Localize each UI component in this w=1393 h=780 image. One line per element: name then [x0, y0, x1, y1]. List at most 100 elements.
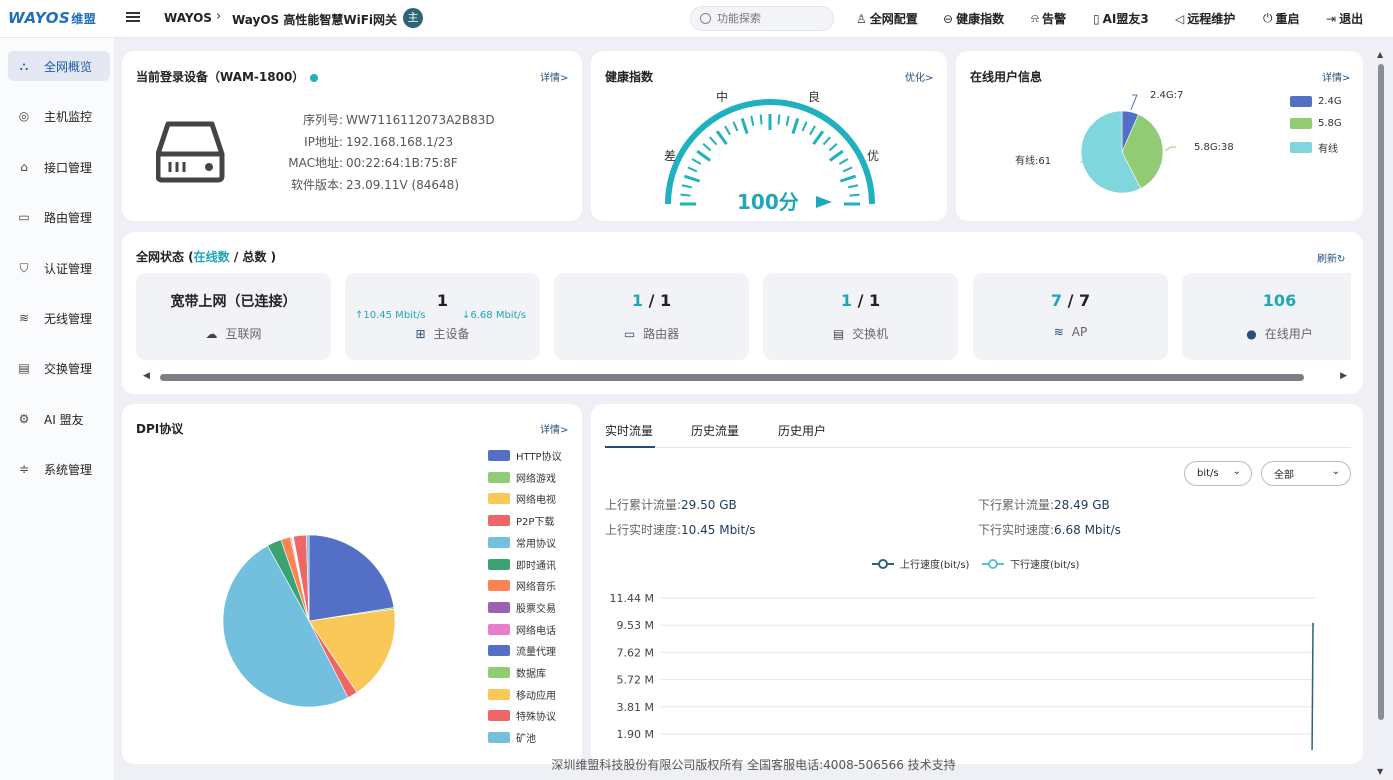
- nav-label: 全网配置: [869, 12, 918, 26]
- chevron-down-icon: ⌄: [1232, 466, 1241, 477]
- sidebar-item-host-monitor[interactable]: ◎ 主机监控: [8, 101, 110, 131]
- dpi-legend-item[interactable]: 矿池: [488, 730, 536, 745]
- gauge-tick: [849, 193, 860, 197]
- online-dot: [310, 73, 319, 82]
- unit-select[interactable]: bit/s ⌄: [1184, 461, 1252, 486]
- health-gauge: 差 中 良 优 100分: [664, 89, 879, 214]
- status-box-online-users[interactable]: 106 ● 在线用户: [1182, 273, 1351, 360]
- router-icon: ▭: [18, 210, 30, 224]
- page-scrollbar[interactable]: ▲ ▼: [1376, 50, 1386, 776]
- gauge-tick: [801, 121, 808, 132]
- logo-cn: 维盟: [71, 12, 97, 26]
- sidebar-item-label: 交换管理: [44, 361, 93, 376]
- sidebar-item-switch[interactable]: ▤ 交换管理: [8, 353, 110, 383]
- search-input[interactable]: [717, 12, 817, 25]
- search-box[interactable]: [690, 6, 834, 31]
- status-box-switch[interactable]: 1 / 1 ▤ 交换机: [763, 273, 958, 360]
- dpi-legend-item[interactable]: HTTP协议: [488, 448, 562, 463]
- status-label: 路由器: [643, 327, 680, 341]
- dpi-legend-item[interactable]: 即时通讯: [488, 557, 556, 572]
- sidebar-item-wireless[interactable]: ≋ 无线管理: [8, 303, 110, 333]
- tab-history-traffic[interactable]: 历史流量: [691, 422, 739, 439]
- sidebar-item-auth[interactable]: ⛉ 认证管理: [8, 253, 110, 283]
- status-box-router[interactable]: 1 / 1 ▭ 路由器: [554, 273, 749, 360]
- nav-network-config[interactable]: ♙ 全网配置: [856, 10, 918, 27]
- flow-value: 29.50 GB: [681, 498, 737, 512]
- legend-item-wired[interactable]: 有线: [1290, 140, 1338, 155]
- chart-legend-marker: [878, 559, 888, 569]
- dpi-legend-item[interactable]: 流量代理: [488, 643, 556, 658]
- legend-label: P2P下载: [516, 517, 555, 529]
- dpi-legend-item[interactable]: 股票交易: [488, 600, 556, 615]
- tab-history-users[interactable]: 历史用户: [778, 422, 826, 439]
- flow-label: 下行实时速度:: [978, 523, 1055, 537]
- refresh-icon: ↻: [1337, 254, 1346, 265]
- nav-remote-maintenance[interactable]: ◁ 远程维护: [1175, 10, 1235, 27]
- dpi-legend-item[interactable]: 网络音乐: [488, 578, 556, 593]
- hard-drive-icon: [156, 121, 225, 183]
- dpi-legend-item[interactable]: 网络电话: [488, 622, 556, 637]
- scroll-left-icon[interactable]: ◀: [143, 371, 150, 381]
- dpi-legend-item[interactable]: 常用协议: [488, 535, 556, 550]
- legend-item-24g[interactable]: 2.4G: [1290, 96, 1342, 107]
- legend-item-58g[interactable]: 5.8G: [1290, 118, 1342, 129]
- scroll-right-icon[interactable]: ▶: [1340, 371, 1347, 381]
- health-icon: ⊖: [943, 11, 954, 26]
- health-optimize-link[interactable]: 优化>: [905, 69, 933, 84]
- online-count: 1: [631, 291, 643, 310]
- dpi-details-link[interactable]: 详情>: [540, 421, 568, 436]
- menu-toggle-icon[interactable]: [126, 10, 140, 26]
- device-details-link[interactable]: 详情>: [540, 69, 568, 84]
- dpi-legend-item[interactable]: 移动应用: [488, 687, 556, 702]
- gauge-label-good: 良: [808, 89, 820, 104]
- status-box-master[interactable]: 1 ↑10.45 Mbit/s ↓6.68 Mbit/s ⊞ 主设备: [345, 273, 540, 360]
- sidebar-item-interface[interactable]: ⌂ 接口管理: [8, 152, 110, 182]
- sidebar-item-system[interactable]: ≑ 系统管理: [8, 454, 110, 484]
- online-users-details-link[interactable]: 详情>: [1322, 69, 1350, 84]
- legend-swatch: [488, 688, 510, 700]
- legend-swatch: [488, 601, 510, 613]
- sidebar-item-overview[interactable]: ⛬ 全网概览: [8, 51, 110, 81]
- scope-select[interactable]: 全部 ⌄: [1261, 461, 1351, 486]
- dpi-legend-item[interactable]: 特殊协议: [488, 708, 556, 723]
- scroll-up-icon[interactable]: ▲: [1377, 50, 1383, 59]
- dpi-legend-item[interactable]: 数据库: [488, 665, 546, 680]
- dpi-legend-item[interactable]: P2P下载: [488, 513, 554, 528]
- shield-icon: ⛉: [19, 260, 29, 275]
- refresh-button[interactable]: 刷新↻: [1317, 250, 1345, 265]
- info-value: WW7116112073A2B83D: [346, 113, 495, 127]
- gauge-tick: [687, 166, 698, 173]
- sidebar-item-ai[interactable]: ⚙ AI 盟友: [8, 404, 110, 434]
- logo[interactable]: WAYOS维盟: [8, 9, 96, 27]
- breadcrumb-current: WayOS 高性能智慧WiFi网关: [232, 13, 398, 27]
- tab-realtime-traffic[interactable]: 实时流量: [605, 422, 653, 439]
- nav-health-index[interactable]: ⊖ 健康指数: [943, 10, 1004, 27]
- scroll-thumb[interactable]: [160, 374, 1304, 381]
- nav-reboot[interactable]: ⏻ 重启: [1263, 10, 1300, 27]
- online-users-pie-chart: 2.4G:7 5.8G:38 有线:61: [1015, 90, 1234, 194]
- legend-swatch: [488, 450, 510, 461]
- legend-label: 网络电视: [516, 495, 556, 507]
- status-scrollbar[interactable]: ◀ ▶: [140, 371, 1350, 383]
- status-box-internet[interactable]: 宽带上网（已连接） ☁ 互联网: [136, 273, 331, 360]
- nav-logout[interactable]: ⇥ 退出: [1326, 10, 1363, 27]
- online-users-title: 在线用户信息: [970, 70, 1043, 84]
- nav-alarm[interactable]: ⍾ 告警: [1031, 10, 1066, 27]
- dpi-pie-slice[interactable]: [308, 534, 395, 622]
- status-sub: ▭ 路由器: [554, 325, 749, 342]
- select-value: 全部: [1274, 470, 1294, 481]
- y-tick-label: 5.72 M: [617, 674, 654, 687]
- dpi-legend-item[interactable]: 网络电视: [488, 491, 556, 506]
- dpi-legend-item[interactable]: 网络游戏: [488, 470, 556, 485]
- nav-ai-ally[interactable]: ▯ AI盟友3: [1093, 10, 1149, 27]
- total-count: 1: [659, 291, 672, 310]
- status-box-ap[interactable]: 7 / 7 ≋ AP: [973, 273, 1168, 360]
- legend-swatch: [488, 645, 510, 657]
- logo-text: WAYOS: [8, 9, 71, 27]
- page-scroll-thumb[interactable]: [1378, 64, 1384, 720]
- sidebar-item-routing[interactable]: ▭ 路由管理: [8, 202, 110, 232]
- breadcrumb-root[interactable]: WAYOS: [164, 11, 212, 25]
- legend-swatch: [488, 558, 510, 570]
- device-icon: ⊞: [415, 326, 426, 341]
- online-count: 106: [1262, 291, 1297, 310]
